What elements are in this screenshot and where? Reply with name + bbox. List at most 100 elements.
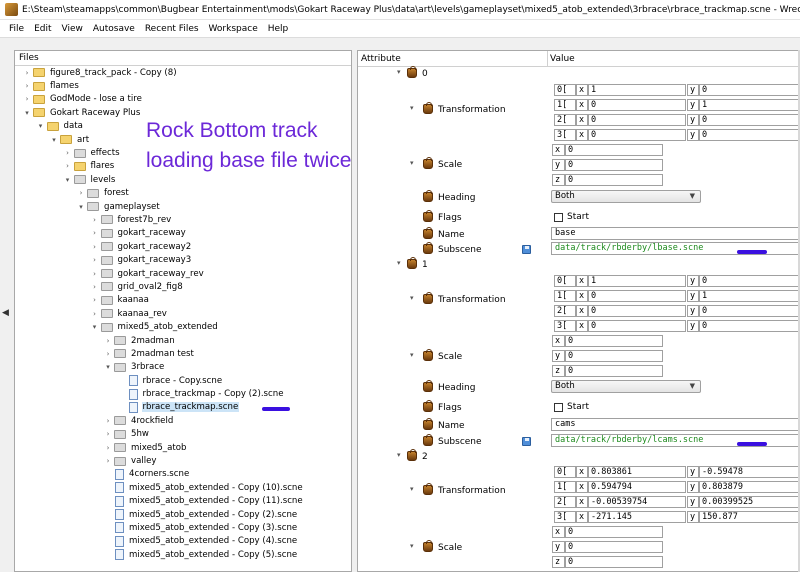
expanded-arrow-icon[interactable]: ▾ (397, 68, 401, 76)
scale-y-value[interactable]: 0 (565, 350, 663, 362)
matrix-x-value[interactable]: -271.145 (588, 511, 686, 523)
collapse-left-arrow-icon[interactable]: ◀ (2, 308, 9, 318)
floppy-disk-icon[interactable] (522, 245, 531, 254)
scale-x-value[interactable]: 0 (565, 144, 663, 156)
matrix-x-value[interactable]: 0.803861 (588, 466, 686, 478)
name-input[interactable]: base (551, 227, 799, 240)
tree-row[interactable]: mixed5_atob_extended - Copy (4).scne (15, 535, 351, 548)
tree-row[interactable]: › kaanaa_rev (15, 307, 351, 320)
matrix-x-value[interactable]: 0 (588, 320, 686, 332)
tree-row[interactable]: mixed5_atob_extended - Copy (2).scne (15, 508, 351, 521)
tree-row[interactable]: › valley (15, 454, 351, 467)
matrix-y-value[interactable]: 0 (699, 305, 799, 317)
tree-row[interactable]: › figure8_track_pack - Copy (8) (15, 66, 351, 79)
heading-dropdown[interactable]: Both ▼ (551, 380, 701, 393)
tree-row[interactable]: › forest7b_rev (15, 213, 351, 226)
tree-row[interactable]: mixed5_atob_extended - Copy (11).scne (15, 495, 351, 508)
expanded-arrow-icon[interactable]: ▾ (410, 351, 414, 359)
collapsed-arrow-icon[interactable]: › (91, 256, 99, 264)
collapsed-arrow-icon[interactable]: › (91, 229, 99, 237)
tree-row[interactable]: ▾ mixed5_atob_extended (15, 320, 351, 333)
matrix-y-value[interactable]: 0.803879 (699, 481, 799, 493)
tree-row[interactable]: mixed5_atob_extended - Copy (5).scne (15, 548, 351, 561)
expanded-arrow-icon[interactable]: ▾ (410, 159, 414, 167)
matrix-x-value[interactable]: -0.00539754 (588, 496, 686, 508)
tree-row[interactable]: › 2madman (15, 334, 351, 347)
collapsed-arrow-icon[interactable]: › (104, 457, 112, 465)
expanded-arrow-icon[interactable]: ▾ (397, 451, 401, 459)
matrix-y-value[interactable]: 150.877 (699, 511, 799, 523)
expanded-arrow-icon[interactable]: ▾ (410, 104, 414, 112)
tree-row[interactable]: › forest (15, 187, 351, 200)
tree-row[interactable]: rbrace - Copy.scne (15, 374, 351, 387)
collapsed-arrow-icon[interactable]: › (91, 243, 99, 251)
menu-edit[interactable]: Edit (29, 24, 56, 34)
expanded-arrow-icon[interactable]: ▾ (104, 363, 112, 371)
collapsed-arrow-icon[interactable]: › (64, 149, 72, 157)
expanded-arrow-icon[interactable]: ▾ (397, 259, 401, 267)
collapsed-arrow-icon[interactable]: › (104, 350, 112, 358)
collapsed-arrow-icon[interactable]: › (91, 296, 99, 304)
expanded-arrow-icon[interactable]: ▾ (23, 109, 31, 117)
tree-row[interactable]: ▾ 3rbrace (15, 361, 351, 374)
tree-row[interactable]: › 4rockfield (15, 414, 351, 427)
tree-row[interactable]: mixed5_atob_extended - Copy (3).scne (15, 521, 351, 534)
column-separator[interactable] (547, 51, 548, 67)
collapsed-arrow-icon[interactable]: › (104, 430, 112, 438)
matrix-x-value[interactable]: 1 (588, 275, 686, 287)
scale-z-value[interactable]: 0 (565, 365, 663, 377)
name-input[interactable]: cams (551, 418, 799, 431)
menu-help[interactable]: Help (263, 24, 294, 34)
scale-y-value[interactable]: 0 (565, 541, 663, 553)
collapsed-arrow-icon[interactable]: › (23, 69, 31, 77)
matrix-x-value[interactable]: 0.594794 (588, 481, 686, 493)
matrix-x-value[interactable]: 0 (588, 290, 686, 302)
scale-x-value[interactable]: 0 (565, 526, 663, 538)
matrix-y-value[interactable]: -0.59478 (699, 466, 799, 478)
menu-recent-files[interactable]: Recent Files (140, 24, 204, 34)
menu-workspace[interactable]: Workspace (204, 24, 263, 34)
matrix-y-value[interactable]: 0 (699, 129, 799, 141)
collapsed-arrow-icon[interactable]: › (64, 162, 72, 170)
collapsed-arrow-icon[interactable]: › (104, 444, 112, 452)
matrix-x-value[interactable]: 0 (588, 129, 686, 141)
expanded-arrow-icon[interactable]: ▾ (410, 542, 414, 550)
matrix-y-value[interactable]: 1 (699, 99, 799, 111)
expanded-arrow-icon[interactable]: ▾ (91, 323, 99, 331)
collapsed-arrow-icon[interactable]: › (23, 95, 31, 103)
start-checkbox[interactable] (554, 213, 563, 222)
collapsed-arrow-icon[interactable]: › (91, 270, 99, 278)
tree-row[interactable]: › mixed5_atob (15, 441, 351, 454)
matrix-x-value[interactable]: 1 (588, 84, 686, 96)
tree-row[interactable]: 4corners.scne (15, 468, 351, 481)
tree-row[interactable]: › grid_oval2_fig8 (15, 280, 351, 293)
matrix-x-value[interactable]: 0 (588, 114, 686, 126)
matrix-x-value[interactable]: 0 (588, 305, 686, 317)
expanded-arrow-icon[interactable]: ▾ (37, 122, 45, 130)
collapsed-arrow-icon[interactable]: › (104, 417, 112, 425)
collapsed-arrow-icon[interactable]: › (104, 337, 112, 345)
expanded-arrow-icon[interactable]: ▾ (77, 203, 85, 211)
tree-row[interactable]: rbrace_trackmap - Copy (2).scne (15, 387, 351, 400)
matrix-y-value[interactable]: 0 (699, 320, 799, 332)
menu-view[interactable]: View (57, 24, 88, 34)
matrix-y-value[interactable]: 0 (699, 275, 799, 287)
expanded-arrow-icon[interactable]: ▾ (64, 176, 72, 184)
expanded-arrow-icon[interactable]: ▾ (50, 136, 58, 144)
tree-row[interactable]: › GodMode - lose a tire (15, 93, 351, 106)
scale-z-value[interactable]: 0 (565, 174, 663, 186)
scale-x-value[interactable]: 0 (565, 335, 663, 347)
floppy-disk-icon[interactable] (522, 437, 531, 446)
collapsed-arrow-icon[interactable]: › (77, 189, 85, 197)
tree-row[interactable]: › gokart_raceway3 (15, 253, 351, 266)
tree-row[interactable]: ▾ gameplayset (15, 200, 351, 213)
matrix-y-value[interactable]: 0 (699, 84, 799, 96)
tree-row[interactable]: › gokart_raceway2 (15, 240, 351, 253)
expanded-arrow-icon[interactable]: ▾ (410, 294, 414, 302)
collapsed-arrow-icon[interactable]: › (23, 82, 31, 90)
collapsed-arrow-icon[interactable]: › (91, 310, 99, 318)
matrix-y-value[interactable]: 0.00399525 (699, 496, 799, 508)
tree-row[interactable]: mixed5_atob_extended - Copy (10).scne (15, 481, 351, 494)
start-checkbox[interactable] (554, 403, 563, 412)
matrix-x-value[interactable]: 0 (588, 99, 686, 111)
